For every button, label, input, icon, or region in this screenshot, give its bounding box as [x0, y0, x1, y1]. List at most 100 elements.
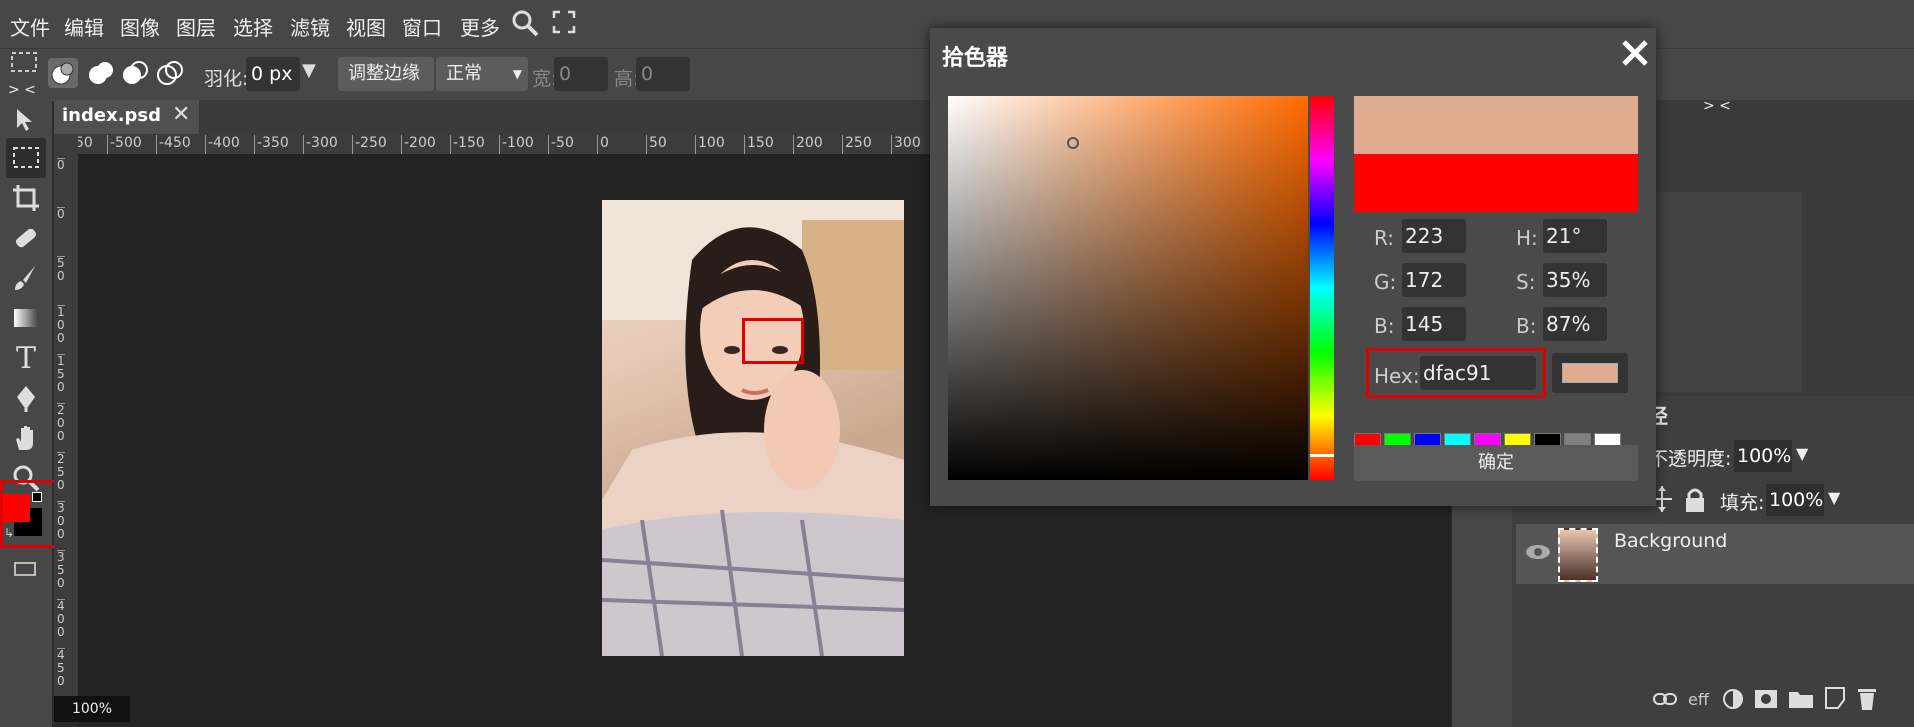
marquee-icon[interactable] — [10, 50, 38, 74]
ruler-tick-label: 3 0 0 — [57, 501, 65, 541]
menu-more[interactable]: 更多 — [460, 12, 500, 41]
folder-icon[interactable] — [1788, 688, 1814, 710]
opacity-input[interactable]: 100% — [1734, 440, 1792, 472]
v-label: B: — [1516, 314, 1537, 338]
keyboard-icon[interactable] — [14, 562, 36, 576]
feather-label: 羽化: — [204, 68, 249, 90]
effects-icon[interactable]: eff — [1688, 690, 1709, 709]
feather-dropdown-icon[interactable]: ▼ — [302, 60, 316, 81]
menu-file[interactable]: 文件 — [10, 12, 50, 41]
layer-thumbnail — [1558, 528, 1598, 582]
pen-icon — [17, 386, 35, 412]
fill-dropdown-icon[interactable]: ▼ — [1828, 488, 1840, 507]
brush-tool[interactable] — [6, 258, 46, 298]
brush-icon — [15, 266, 35, 290]
selection-mode-subtract[interactable] — [120, 58, 150, 88]
refine-edge-button[interactable]: 调整边缘 — [338, 57, 434, 91]
hex-highlight — [1366, 348, 1546, 398]
document-tab[interactable]: index.psd ✕ — [54, 100, 199, 134]
selection-mode-new[interactable] — [48, 58, 78, 88]
menu-view[interactable]: 视图 — [346, 12, 386, 41]
link-icon[interactable] — [1653, 692, 1677, 706]
ruler-tick-label: -250 — [352, 135, 387, 154]
new-layer-icon[interactable] — [1824, 686, 1846, 710]
ruler-tick-label: 3 5 0 — [57, 550, 65, 590]
ruler-tick-label: -150 — [450, 135, 485, 154]
g-label: G: — [1374, 270, 1397, 294]
chevron-down-icon: ▼ — [512, 67, 522, 81]
text-icon: T — [15, 340, 36, 376]
s-input[interactable]: 35% — [1543, 263, 1607, 297]
ruler-tick-label: 4 5 0 — [57, 648, 65, 688]
marquee-tool[interactable] — [6, 138, 46, 178]
ok-button[interactable]: 确定 — [1354, 445, 1638, 481]
ruler-tick-label: 5 0 — [57, 256, 65, 283]
selection-mode-add[interactable] — [86, 58, 116, 88]
opacity-dropdown-icon[interactable]: ▼ — [1796, 444, 1808, 463]
ruler-corner — [54, 134, 78, 154]
feather-input[interactable]: 0 px — [246, 57, 300, 91]
saturation-value-field[interactable] — [948, 96, 1308, 480]
fullscreen-icon[interactable] — [552, 10, 576, 34]
ruler-tick-label: 100 — [695, 135, 725, 154]
selection-mode-intersect[interactable] — [155, 58, 185, 88]
menu-window[interactable]: 窗口 — [402, 12, 442, 41]
pen-tool[interactable] — [6, 378, 46, 418]
heal-tool[interactable] — [6, 218, 46, 258]
trash-icon[interactable] — [1856, 686, 1878, 712]
layer-row-background[interactable]: Background — [1516, 524, 1914, 584]
heal-icon — [15, 228, 37, 248]
menu-image[interactable]: 图像 — [120, 12, 160, 41]
h-input[interactable]: 21° — [1543, 219, 1607, 253]
hand-tool[interactable] — [6, 418, 46, 458]
panel-collapse-arrows[interactable]: > < — [1703, 98, 1731, 114]
toolbar-collapse-arrows[interactable]: > < — [8, 82, 36, 98]
mask-icon[interactable] — [1754, 688, 1778, 710]
hue-slider[interactable] — [1310, 96, 1334, 480]
menu-layer[interactable]: 图层 — [176, 12, 216, 41]
dialog-title-bar[interactable]: 拾色器 — [930, 28, 1656, 78]
text-tool[interactable]: T — [6, 338, 46, 378]
close-tab-icon[interactable]: ✕ — [172, 102, 190, 127]
menu-select[interactable]: 选择 — [233, 12, 273, 41]
r-label: R: — [1374, 226, 1395, 250]
gradient-tool[interactable] — [6, 298, 46, 338]
ruler-tick-label: -300 — [303, 135, 338, 154]
ruler-tick-label: 250 — [842, 135, 872, 154]
lock-icon[interactable] — [1682, 486, 1708, 514]
s-label: S: — [1516, 270, 1536, 294]
hue-slider-handle[interactable] — [1310, 454, 1334, 457]
blend-mode-select[interactable]: 正常 ▼ — [436, 57, 528, 91]
move-tool[interactable] — [6, 101, 46, 141]
search-icon[interactable] — [510, 8, 540, 38]
color-picker-dialog: 拾色器 R: 223 G: 172 B: 145 H: 21° S: 35% B… — [930, 28, 1656, 506]
document-photo[interactable] — [602, 200, 904, 656]
menu-filter[interactable]: 滤镜 — [290, 12, 330, 41]
ruler-tick-label: 2 5 0 — [57, 452, 65, 492]
zoom-level[interactable]: 100% — [54, 696, 130, 722]
new-color-preview — [1354, 96, 1638, 154]
width-input[interactable]: 0 — [554, 57, 608, 91]
menu-edit[interactable]: 编辑 — [64, 12, 104, 41]
current-color-preview — [1354, 154, 1638, 212]
ruler-tick-label: 150 — [744, 135, 774, 154]
blend-mode-value: 正常 — [446, 63, 482, 84]
ruler-tick-label: 50 — [646, 135, 667, 154]
ruler-tick-label: 1 0 0 — [57, 305, 65, 345]
ruler-tick-label: 200 — [793, 135, 823, 154]
crop-tool[interactable] — [6, 178, 46, 218]
fill-input[interactable]: 100% — [1766, 484, 1824, 516]
close-icon[interactable] — [1620, 38, 1650, 68]
b-input[interactable]: 145 — [1402, 307, 1466, 341]
height-input[interactable]: 0 — [636, 57, 690, 91]
adjust-icon[interactable] — [1722, 688, 1744, 710]
ruler-tick-label: 0 — [597, 135, 609, 154]
r-input[interactable]: 223 — [1402, 219, 1466, 253]
h-label: H: — [1516, 226, 1538, 250]
hex-color-chip-fill — [1562, 363, 1618, 383]
v-input[interactable]: 87% — [1543, 307, 1607, 341]
color-field-cursor[interactable] — [1067, 137, 1079, 149]
ruler-tick-label: -500 — [107, 135, 142, 154]
eye-icon[interactable] — [1524, 542, 1552, 562]
g-input[interactable]: 172 — [1402, 263, 1466, 297]
